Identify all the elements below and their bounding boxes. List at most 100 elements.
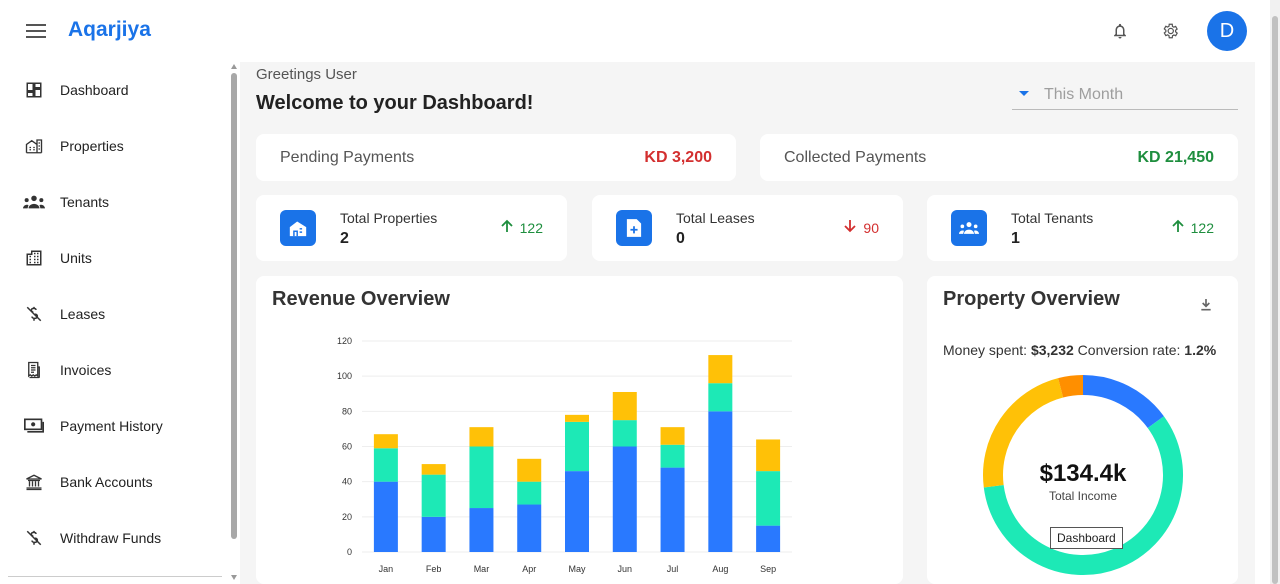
sidebar-item-properties[interactable]: Properties [0,118,222,174]
cash-icon [23,415,45,437]
stat-label: Total Tenants [1011,210,1094,226]
y-tick-label: 20 [342,512,352,522]
bar-segment [469,427,494,447]
bar-segment [756,439,781,472]
page-scrollbar-thumb[interactable] [1272,16,1278,584]
sidebar-item-label: Dashboard [60,82,129,98]
bar-segment [708,383,733,412]
sidebar-divider [8,576,222,577]
bar-segment [756,525,781,552]
y-tick-label: 100 [337,371,352,381]
sidebar-item-label: Payment History [60,418,163,434]
sidebar-scrollbar[interactable] [229,62,239,584]
bar-segment [373,448,398,482]
sidebar-item-label: Leases [60,306,106,322]
arrow-down-icon [843,219,857,236]
bank-icon [23,471,45,493]
sidebar-item-invoices[interactable]: Invoices [0,342,222,398]
sidebar: Dashboard Properties Tenants Units Lease… [0,62,240,584]
bar-segment [660,427,685,445]
sidebar-item-leases[interactable]: Leases [0,286,222,342]
donut-slice [1082,375,1164,429]
bar-segment [612,420,637,447]
bar-segment [517,504,542,552]
greeting-text: Greetings User [256,66,357,83]
x-tick-label: Aug [712,564,728,574]
bar-segment [373,481,398,552]
money-off-icon [23,303,45,325]
trend-value: 90 [863,219,879,236]
sidebar-item-withdraw-funds[interactable]: Withdraw Funds [0,510,222,566]
period-select[interactable]: This Month [1012,80,1238,110]
y-tick-label: 0 [347,547,352,557]
sidebar-item-bank-accounts[interactable]: Bank Accounts [0,454,222,510]
gear-icon[interactable] [1158,19,1182,43]
sidebar-item-payment-history[interactable]: Payment History [0,398,222,454]
collected-payments-card: Collected Payments KD 21,450 [760,134,1238,181]
trend-indicator: 122 [1171,219,1214,236]
bar-segment [708,411,733,552]
scroll-up-arrow[interactable] [231,64,237,69]
brand-logo[interactable]: Aqarjiya [68,18,151,42]
donut-center-value: $134.4k [1039,460,1127,487]
x-tick-label: Apr [522,564,536,574]
scrollbar-thumb[interactable] [231,73,237,539]
main-content: Greetings User Welcome to your Dashboard… [240,62,1255,584]
y-tick-label: 80 [342,406,352,416]
sidebar-item-dashboard[interactable]: Dashboard [0,62,222,118]
sidebar-item-units[interactable]: Units [0,230,222,286]
revenue-bar-chart: 0 20 40 60 80 100 120 Jan Feb Mar Apr May Jun Jul Aug S… [337,336,792,574]
stat-card-tenants: Total Tenants 1 122 [927,195,1238,261]
sidebar-item-label: Tenants [60,194,110,210]
bar-segment [660,467,685,552]
period-select-value: This Month [1044,86,1124,103]
property-overview-card: Property Overview Money spent: $3,232 Co… [927,276,1238,584]
receipt-icon [23,359,45,381]
bar-segment [565,471,589,552]
trend-indicator: 90 [843,219,879,236]
x-tick-label: Sep [760,564,776,574]
people-icon [951,210,987,246]
sidebar-item-label: Properties [60,138,124,154]
pending-payments-card: Pending Payments KD 3,200 [256,134,736,181]
revenue-overview-card: Revenue Overview 0 20 40 60 80 100 120 Jan Feb Ma… [256,276,903,584]
y-tick-label: 40 [342,477,352,487]
apartment-icon [23,247,45,269]
stat-value: 1 [1011,230,1020,247]
x-tick-label: Feb [426,564,442,574]
bar-segment [517,481,542,505]
bell-icon[interactable] [1108,19,1132,43]
arrow-up-icon [500,219,514,236]
stat-card-properties: Total Properties 2 122 [256,195,567,261]
arrow-up-icon [1171,219,1185,236]
avatar[interactable]: D [1207,11,1247,51]
app-header: Aqarjiya D [0,0,1280,62]
stat-card-leases: Total Leases 0 90 [592,195,903,261]
stat-value: 0 [676,230,685,247]
sidebar-item-label: Invoices [60,362,112,378]
pending-payments-value: KD 3,200 [644,149,712,166]
trend-indicator: 122 [500,219,543,236]
document-add-icon [616,210,652,246]
sidebar-item-label: Bank Accounts [60,474,153,490]
x-tick-label: Jan [379,564,394,574]
sidebar-item-tenants[interactable]: Tenants [0,174,222,230]
bar-segment [469,508,494,552]
bar-segment [612,391,637,421]
stat-value: 2 [340,230,349,247]
bar-segment [612,446,637,552]
bar-segment [756,471,781,526]
stat-label: Total Leases [676,210,755,226]
x-tick-label: Jul [667,564,679,574]
menu-icon[interactable] [22,20,50,42]
pending-payments-label: Pending Payments [280,149,415,166]
sidebar-item-label: Withdraw Funds [60,530,162,546]
caret-down-icon [1019,91,1029,96]
page-title: Welcome to your Dashboard! [256,92,534,114]
bar-segment [421,474,446,517]
page-scrollbar[interactable] [1270,0,1280,584]
bar-segment [469,446,494,509]
sidebar-item-label: Units [60,250,92,266]
bar-segment [565,421,589,472]
scroll-down-arrow[interactable] [231,575,237,580]
